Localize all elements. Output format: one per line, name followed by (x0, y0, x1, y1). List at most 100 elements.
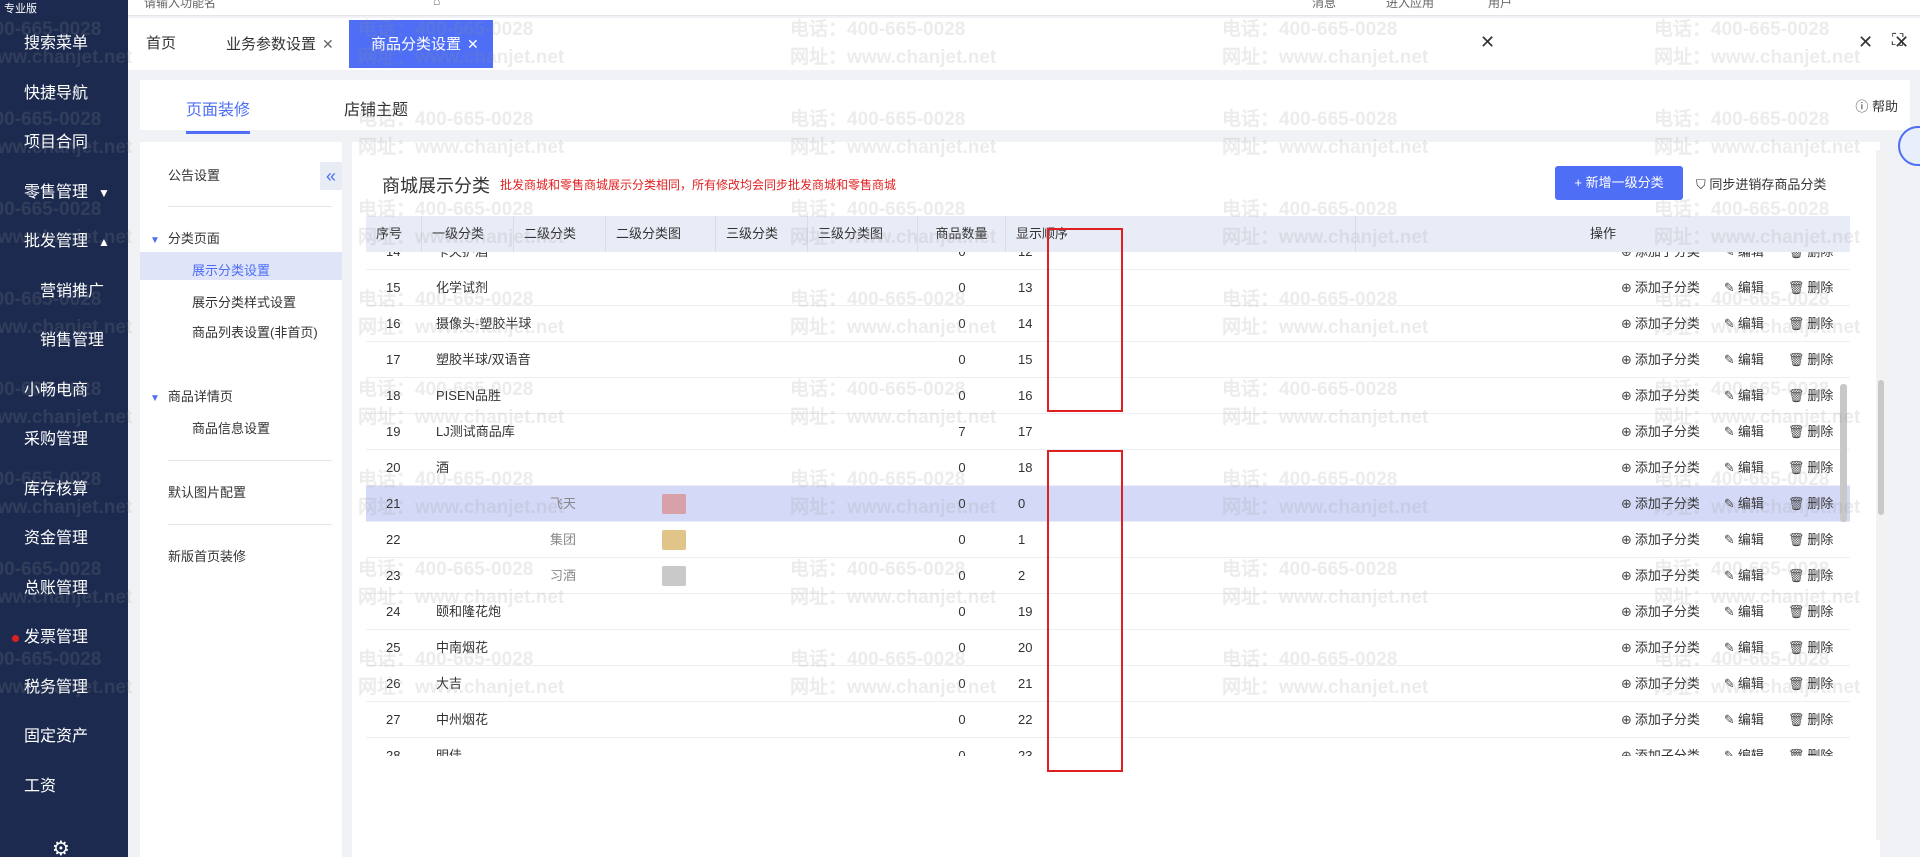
edit-button[interactable]: ✎编辑 (1724, 532, 1776, 547)
table-row[interactable]: 16 摄像头-塑胶半球 0 14 ⊕ 添加子分类 ✎ 编辑 🗑 删除 (366, 306, 1850, 342)
close-all-icon[interactable]: ✕ (1480, 32, 1495, 53)
table-row[interactable]: 25 中南烟花 0 20 ⊕ 添加子分类 ✎ 编辑 🗑 删除 (366, 630, 1850, 666)
nav-item[interactable]: 项目合同 (0, 123, 128, 163)
tab-store-theme[interactable]: 店铺主题 (344, 96, 408, 120)
add-child-button[interactable]: ⊕添加子分类 (1621, 388, 1712, 403)
delete-button[interactable]: 🗑删除 (1788, 676, 1846, 691)
settings-product-info[interactable]: 商品信息设置 (192, 418, 270, 437)
table-row[interactable]: 17 塑胶半球/双语音 0 15 ⊕ 添加子分类 ✎ 编辑 🗑 删除 (366, 342, 1850, 378)
add-child-button[interactable]: ⊕添加子分类 (1621, 748, 1712, 756)
add-child-button[interactable]: ⊕添加子分类 (1621, 604, 1712, 619)
close-icon[interactable]: ✕ (322, 36, 334, 52)
table-row[interactable]: 27 中州烟花 0 22 ⊕ 添加子分类 ✎ 编辑 🗑 删除 (366, 702, 1850, 738)
table-row[interactable]: 28 明佳 0 23 ⊕ 添加子分类 ✎ 编辑 🗑 删除 (366, 738, 1850, 756)
settings-category-page[interactable]: ▼ 分类页面 (150, 228, 220, 247)
help-link[interactable]: ⓘ 帮助 (1855, 96, 1898, 115)
settings-display-style[interactable]: 展示分类样式设置 (192, 292, 296, 311)
close-icon[interactable]: ✕ (467, 36, 479, 52)
tab-business-params[interactable]: 业务参数设置 ✕ (214, 20, 346, 68)
add-child-button[interactable]: ⊕添加子分类 (1621, 460, 1712, 475)
tab-page-decoration[interactable]: 页面装修 (186, 96, 251, 134)
nav-item[interactable]: 库存核算 (0, 470, 128, 510)
edit-button[interactable]: ✎编辑 (1724, 352, 1776, 367)
table-row[interactable]: 23 习酒 0 2 ⊕ 添加子分类 ✎ 编辑 🗑 删除 (366, 558, 1850, 594)
edit-button[interactable]: ✎编辑 (1724, 748, 1776, 756)
edit-button[interactable]: ✎编辑 (1724, 280, 1776, 295)
nav-item[interactable]: 搜索菜单 (0, 24, 128, 64)
edit-button[interactable]: ✎编辑 (1724, 640, 1776, 655)
table-row[interactable]: 15 化学试剂 0 13 ⊕ 添加子分类 ✎ 编辑 🗑 删除 (366, 270, 1850, 306)
tab-category-settings[interactable]: 商品分类设置 ✕ (349, 20, 493, 68)
edit-button[interactable]: ✎编辑 (1724, 712, 1776, 727)
settings-product-list[interactable]: 商品列表设置(非首页) (192, 322, 318, 341)
edit-button[interactable]: ✎编辑 (1724, 316, 1776, 331)
delete-button[interactable]: 🗑删除 (1788, 460, 1846, 475)
edit-button[interactable]: ✎编辑 (1724, 388, 1776, 403)
user-menu[interactable]: 用户 (1488, 0, 1512, 11)
tab-home[interactable]: 首页 (134, 20, 188, 68)
message-link[interactable]: 消息 (1312, 0, 1336, 11)
edit-button[interactable]: ✎编辑 (1724, 568, 1776, 583)
table-row[interactable]: 18 PISEN品胜 0 16 ⊕ 添加子分类 ✎ 编辑 🗑 删除 (366, 378, 1850, 414)
add-child-button[interactable]: ⊕添加子分类 (1621, 532, 1712, 547)
sync-category-button[interactable]: ⛉ 同步进销存商品分类 (1696, 174, 1826, 193)
table-scroll-thumb[interactable] (1840, 384, 1847, 522)
add-category-button[interactable]: + 新增一级分类 (1555, 166, 1683, 200)
edit-button[interactable]: ✎编辑 (1724, 460, 1776, 475)
nav-item[interactable]: 快捷导航 (0, 74, 128, 114)
nav-item[interactable]: 批发管理 ▲ (0, 222, 128, 262)
delete-button[interactable]: 🗑删除 (1788, 496, 1846, 511)
add-child-button[interactable]: ⊕添加子分类 (1621, 352, 1712, 367)
add-child-button[interactable]: ⊕添加子分类 (1621, 316, 1712, 331)
add-child-button[interactable]: ⊕添加子分类 (1621, 280, 1712, 295)
edit-button[interactable]: ✎编辑 (1724, 496, 1776, 511)
nav-item[interactable]: 总账管理 (0, 569, 128, 609)
settings-announcement[interactable]: 公告设置 (168, 165, 220, 184)
delete-button[interactable]: 🗑删除 (1788, 316, 1846, 331)
delete-button[interactable]: 🗑删除 (1788, 532, 1846, 547)
nav-item[interactable]: 营销推广 (0, 272, 128, 312)
nav-item[interactable]: 采购管理 (0, 420, 128, 460)
delete-button[interactable]: 🗑删除 (1788, 280, 1846, 295)
settings-detail-page[interactable]: ▼ 商品详情页 (150, 386, 233, 405)
delete-button[interactable]: 🗑删除 (1788, 640, 1846, 655)
delete-button[interactable]: 🗑删除 (1788, 388, 1846, 403)
float-assistant-icon[interactable] (1898, 126, 1920, 166)
nav-item[interactable]: 工资 (0, 767, 128, 807)
edit-button[interactable]: ✎编辑 (1724, 604, 1776, 619)
nav-item[interactable]: 税务管理 (0, 668, 128, 708)
fullscreen-icon[interactable]: ⛶ (1892, 32, 1903, 50)
nav-item[interactable]: 资金管理 (0, 519, 128, 559)
table-row[interactable]: 19 LJ测试商品库 7 17 ⊕ 添加子分类 ✎ 编辑 🗑 删除 (366, 414, 1850, 450)
category-image-thumb[interactable] (662, 494, 686, 514)
settings-new-home[interactable]: 新版首页装修 (168, 546, 246, 565)
nav-item[interactable]: 发票管理 (0, 618, 128, 658)
add-child-button[interactable]: ⊕添加子分类 (1621, 712, 1712, 727)
category-image-thumb[interactable] (662, 566, 686, 586)
gear-icon[interactable]: ⚙ (52, 836, 70, 857)
add-child-button[interactable]: ⊕添加子分类 (1621, 676, 1712, 691)
edit-button[interactable]: ✎编辑 (1724, 424, 1776, 439)
function-search[interactable]: 请输入功能名 (144, 0, 216, 11)
delete-button[interactable]: 🗑删除 (1788, 424, 1846, 439)
edit-button[interactable]: ✎编辑 (1724, 676, 1776, 691)
delete-button[interactable]: 🗑删除 (1788, 748, 1846, 756)
table-row[interactable]: 24 颐和隆花炮 0 19 ⊕ 添加子分类 ✎ 编辑 🗑 删除 (366, 594, 1850, 630)
close-icon[interactable]: ✕ (1858, 32, 1873, 53)
delete-button[interactable]: 🗑删除 (1788, 712, 1846, 727)
add-child-button[interactable]: ⊕添加子分类 (1621, 496, 1712, 511)
settings-display-category[interactable]: 展示分类设置 (192, 260, 270, 279)
settings-default-image[interactable]: 默认图片配置 (168, 482, 246, 501)
table-row[interactable]: 26 大吉 0 21 ⊕ 添加子分类 ✎ 编辑 🗑 删除 (366, 666, 1850, 702)
delete-button[interactable]: 🗑删除 (1788, 568, 1846, 583)
table-row[interactable]: 21 飞天 0 0 ⊕ 添加子分类 ✎ 编辑 🗑 删除 (366, 486, 1850, 522)
add-child-button[interactable]: ⊕添加子分类 (1621, 568, 1712, 583)
home-icon[interactable]: ⌂ (433, 0, 440, 8)
nav-item[interactable]: 固定资产 (0, 717, 128, 757)
app-entry-link[interactable]: 进入应用 (1386, 0, 1434, 11)
delete-button[interactable]: 🗑删除 (1788, 352, 1846, 367)
collapse-icon[interactable]: « (320, 162, 342, 190)
table-row[interactable]: 22 集团 0 1 ⊕ 添加子分类 ✎ 编辑 🗑 删除 (366, 522, 1850, 558)
nav-item[interactable]: 零售管理 ▼ (0, 173, 128, 213)
category-image-thumb[interactable] (662, 530, 686, 550)
